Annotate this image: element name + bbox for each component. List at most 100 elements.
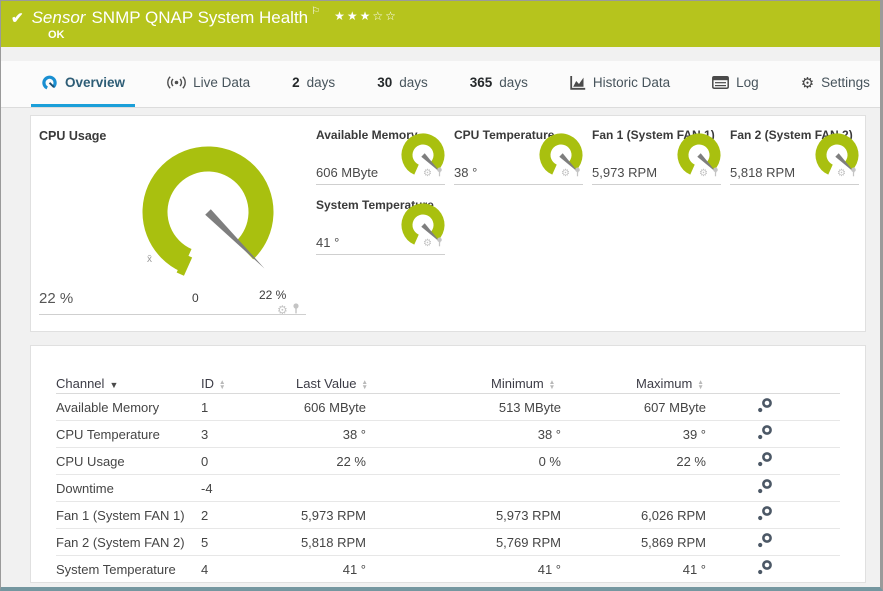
gauge-value: 606 MByte (316, 165, 379, 180)
tab-label: Overview (65, 75, 126, 90)
table-row: Downtime -4 (56, 475, 840, 502)
tab-log[interactable]: Log (702, 61, 769, 107)
cell-maximum: 39 ° (682, 426, 706, 442)
table-row: CPU Temperature 3 38 ° 38 ° 39 ° (56, 421, 840, 448)
tab-2-days[interactable]: 2 days (282, 61, 345, 107)
tab-label: Settings (821, 75, 870, 90)
gauge-icon (41, 74, 58, 91)
channel-settings-icon[interactable] (756, 559, 773, 576)
cell-last-value: 22 % (336, 453, 366, 469)
cell-last-value: 38 ° (342, 426, 366, 442)
tab-label: Live Data (193, 75, 251, 90)
tab-overview[interactable]: Overview (31, 61, 136, 107)
sort-icon: ▲ ▼ (697, 378, 704, 391)
channel-settings-icon[interactable] (756, 424, 773, 441)
cell-maximum: 22 % (676, 453, 706, 469)
cell-last-value: 5,973 RPM (300, 507, 366, 523)
column-header-maximum[interactable]: Maximum ▲ ▼ (616, 376, 756, 391)
pin-icon[interactable] (850, 164, 857, 182)
channel-settings-icon[interactable] (756, 478, 773, 495)
tab-number: 365 (469, 75, 493, 90)
table-row: CPU Usage 0 22 % 0 % 22 % (56, 448, 840, 475)
gear-icon: ⚙ (800, 74, 815, 92)
tab-365-days[interactable]: 365 days (460, 61, 538, 107)
tab-label: Log (736, 75, 759, 90)
status-badge: OK (48, 29, 65, 41)
cell-minimum: 0 % (538, 453, 561, 469)
priority-stars[interactable]: ★★★☆☆ (334, 9, 398, 23)
tab-bar: Overview Live Data 2 days 30 days 365 days Histo… (1, 61, 880, 108)
sensor-kind-label: Sensor (31, 8, 86, 27)
gauge-cell: Fan 2 (System FAN 2) 5,818 RPM ⚙ (730, 122, 859, 185)
gauge-settings-icon[interactable]: ⚙ (699, 168, 708, 179)
pin-icon[interactable] (574, 164, 581, 182)
flag-icon[interactable]: ⚐ (311, 6, 320, 17)
cell-maximum: 6,026 RPM (640, 507, 706, 523)
table-row: Fan 1 (System FAN 1) 2 5,973 RPM 5,973 RPM 6… (56, 502, 840, 529)
sort-desc-icon: ▼ (109, 380, 119, 390)
cell-id: -4 (201, 480, 213, 496)
gauge-settings-icon[interactable]: ⚙ (423, 168, 432, 179)
pin-icon[interactable] (436, 234, 443, 252)
gauge-value: 41 ° (316, 235, 340, 250)
gauge-value: 5,973 RPM (592, 165, 658, 180)
cpu-usage-gauge (123, 132, 293, 302)
column-header-id[interactable]: ID ▲ ▼ (201, 376, 271, 391)
table-body: Available Memory 1 606 MByte 513 MByte 607 M… (31, 394, 865, 582)
channel-settings-icon[interactable] (756, 532, 773, 549)
channel-settings-icon[interactable] (756, 505, 773, 522)
gauge-scale-min: 0 (192, 291, 199, 305)
chart-icon (570, 75, 586, 90)
gauge-cell: Fan 1 (System FAN 1) 5,973 RPM ⚙ (592, 122, 721, 185)
table-row: Fan 2 (System FAN 2) 5 5,818 RPM 5,769 RPM 5… (56, 529, 840, 556)
tab-historic-data[interactable]: Historic Data (560, 61, 680, 107)
cell-channel[interactable]: System Temperature (56, 562, 201, 577)
cell-channel[interactable]: CPU Usage (56, 454, 201, 469)
primary-gauge-value: 22 % (39, 290, 74, 307)
gauge-cell: CPU Temperature 38 ° ⚙ (454, 122, 583, 185)
cell-minimum: 38 ° (537, 426, 561, 442)
gauge-cell: Available Memory 606 MByte ⚙ (316, 122, 445, 185)
gauge-settings-icon[interactable]: ⚙ (837, 168, 846, 179)
cell-maximum: 41 ° (682, 561, 706, 577)
pin-icon[interactable] (712, 164, 719, 182)
channel-settings-icon[interactable] (756, 451, 773, 468)
pin-icon[interactable] (292, 301, 300, 319)
cell-minimum: 5,973 RPM (495, 507, 561, 523)
channel-settings-icon[interactable] (756, 397, 773, 414)
tab-live-data[interactable]: Live Data (157, 61, 260, 107)
cell-id: 3 (201, 426, 209, 442)
gauge-settings-icon[interactable]: ⚙ (423, 238, 432, 249)
cell-minimum: 41 ° (537, 561, 561, 577)
channels-table-panel: Channel ▼ ID ▲ ▼ Last Value ▲ ▼ Minimum ▲ ▼ Max… (30, 345, 866, 583)
tab-settings[interactable]: ⚙ Settings (791, 61, 880, 107)
small-gauges-grid: Available Memory 606 MByte ⚙ CPU Temperatur… (316, 122, 859, 255)
gauge-settings-icon[interactable]: ⚙ (561, 168, 570, 179)
pin-icon[interactable] (436, 164, 443, 182)
cell-channel[interactable]: Fan 1 (System FAN 1) (56, 508, 201, 523)
tab-label: days (399, 75, 428, 90)
cell-channel[interactable]: Fan 2 (System FAN 2) (56, 535, 201, 550)
cell-id: 0 (201, 453, 209, 469)
primary-gauge-title: CPU Usage (39, 129, 107, 143)
tab-label: days (306, 75, 336, 90)
sort-icon: ▲ ▼ (219, 378, 226, 391)
average-marker: x̄ (147, 254, 152, 265)
cell-last-value: 606 MByte (303, 399, 366, 415)
cell-channel[interactable]: Available Memory (56, 400, 201, 415)
gauge-cell: System Temperature 41 ° ⚙ (316, 192, 445, 255)
gauge-value: 5,818 RPM (730, 165, 796, 180)
tab-number: 2 (292, 75, 300, 90)
cell-channel[interactable]: CPU Temperature (56, 427, 201, 442)
sensor-header: ✔ Sensor SNMP QNAP System Health ⚐ ★★★☆☆… (1, 1, 880, 47)
column-header-minimum[interactable]: Minimum ▲ ▼ (421, 376, 616, 391)
column-header-channel[interactable]: Channel ▼ (56, 376, 201, 391)
cell-id: 5 (201, 534, 209, 550)
cell-id: 4 (201, 561, 209, 577)
cell-channel[interactable]: Downtime (56, 481, 201, 496)
column-header-last-value[interactable]: Last Value ▲ ▼ (271, 376, 421, 391)
gauge-scale-max: 22 % (259, 288, 287, 302)
tab-30-days[interactable]: 30 days (367, 61, 438, 107)
table-row: System Temperature 4 41 ° 41 ° 41 ° (56, 556, 840, 582)
page-title: SNMP QNAP System Health (91, 8, 309, 27)
